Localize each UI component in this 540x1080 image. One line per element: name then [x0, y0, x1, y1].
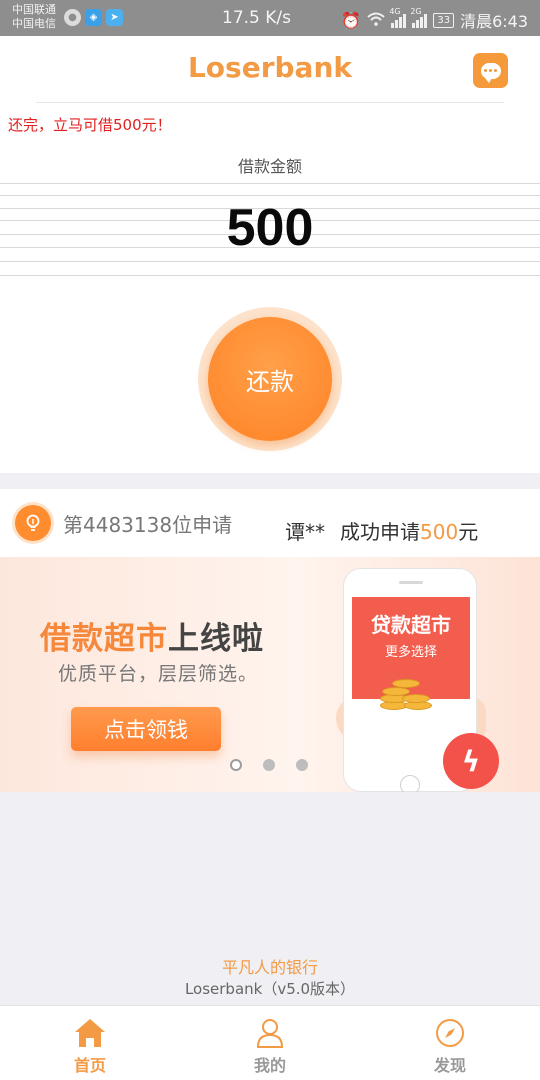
tagline: 平凡人的银行 [221, 958, 318, 977]
app-title: Loserbank [187, 51, 353, 84]
carrier-names: 中国联通 中国电信 [12, 3, 56, 31]
loan-panel: 还完，立马可借500元！ 借款金额 500 还款 [0, 103, 540, 473]
repay-button[interactable]: 还款 [208, 317, 332, 441]
tab-home[interactable]: 首页 [0, 1006, 180, 1080]
get-money-button[interactable]: 点击领钱 [71, 707, 221, 751]
user-icon [253, 1017, 287, 1049]
app-header: Loserbank [0, 36, 540, 103]
version-text: Loserbank（v5.0版本） [184, 980, 356, 998]
tab-mine[interactable]: 我的 [180, 1006, 360, 1080]
applicant-number: 第4483138位申请 [63, 513, 233, 537]
home-icon [73, 1017, 107, 1049]
time: 清晨6:43 [460, 12, 528, 31]
tab-discover[interactable]: 发现 [360, 1006, 540, 1080]
battery-icon: 33 [433, 12, 455, 28]
lightbulb-icon [15, 505, 51, 541]
bottom-tab-bar: 首页 我的 发现 [0, 1005, 540, 1080]
repay-notice: 还完，立马可借500元！ [8, 116, 172, 134]
chat-bubble-icon [480, 62, 501, 83]
signal-2-tag: 2G [410, 7, 422, 16]
tab-home-label: 首页 [73, 1056, 106, 1075]
banner-title: 借款超市上线啦 [40, 613, 264, 658]
promo-banner[interactable]: 借款超市上线啦 优质平台，层层筛选。 点击领钱 贷款超市 更多选择 ϟ [0, 557, 540, 792]
success-amount: 500 [420, 520, 459, 544]
phone-screen-more: 更多选择 [384, 645, 437, 660]
signal-1-tag: 4G [389, 7, 401, 16]
carousel-dot-2[interactable] [263, 759, 275, 771]
phone-home-button [400, 775, 420, 792]
carousel-dots [230, 759, 308, 771]
banner-title-highlight: 借款超市 [40, 621, 168, 657]
shield-app-icon: ◈ [85, 9, 102, 26]
signal-icon-2: 2G [410, 7, 428, 28]
chat-button[interactable] [473, 53, 508, 88]
applicant-name: 谭** [285, 520, 325, 544]
success-message: 成功申请500元 [340, 516, 478, 545]
tab-mine-label: 我的 [253, 1056, 286, 1075]
loan-amount: 500 [226, 199, 314, 257]
success-suffix: 元 [458, 520, 479, 544]
status-right: ⏰ 4G 2G 33 清晨6:43 [341, 7, 528, 32]
compass-icon [433, 1017, 467, 1049]
carousel-dot-1[interactable] [230, 759, 242, 771]
coins-illustration [376, 675, 436, 711]
success-prefix: 成功申请 [340, 520, 420, 544]
network-speed: 17.5 K/s [222, 8, 291, 28]
notification-icons: ● ◈ ➤ [64, 9, 123, 26]
signal-icon: 4G [389, 7, 407, 28]
message-icon: ● [64, 9, 81, 26]
banner-title-rest: 上线啦 [168, 621, 264, 657]
carrier-2: 中国电信 [12, 17, 56, 30]
carousel-dot-3[interactable] [296, 759, 308, 771]
alarm-icon: ⏰ [341, 10, 362, 30]
status-bar: 中国联通 中国电信 ● ◈ ➤ 17.5 K/s ⏰ 4G 2G 33 清晨6:… [0, 0, 540, 36]
wifi-icon [367, 11, 385, 30]
amount-label: 借款金额 [237, 157, 302, 176]
phone-screen-title: 贷款超市 [371, 613, 451, 637]
lightning-icon: ϟ [443, 733, 499, 789]
plane-app-icon: ➤ [106, 9, 123, 26]
banner-subtitle: 优质平台，层层筛选。 [58, 663, 259, 685]
tab-discover-label: 发现 [433, 1056, 466, 1075]
applicant-ticker: 第4483138位申请 谭** 成功申请500元 [0, 489, 540, 557]
carrier-1: 中国联通 [12, 3, 56, 16]
